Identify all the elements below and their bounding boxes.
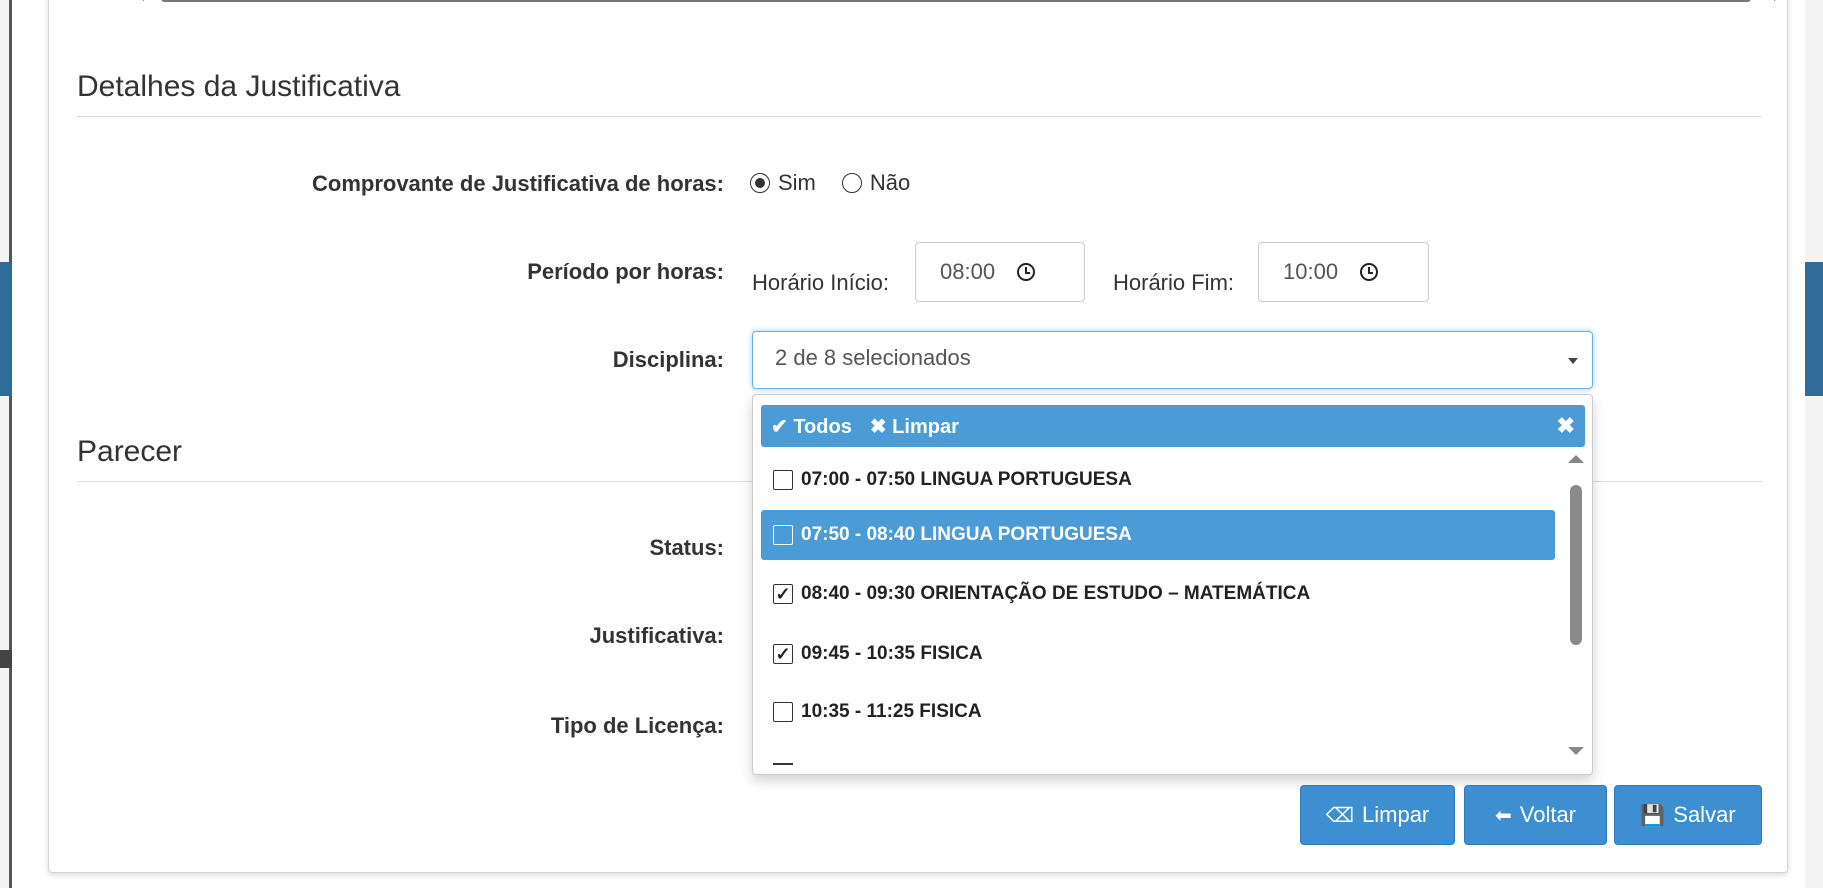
dropdown-scrollbar[interactable] xyxy=(1566,455,1584,755)
arrow-left-icon: ⬅ xyxy=(1494,804,1512,827)
voltar-button[interactable]: ⬅ Voltar xyxy=(1464,785,1607,845)
scrollbar-thumb[interactable] xyxy=(161,0,1751,2)
disciplina-dropdown: ✔ Todos ✖ Limpar ✖ 07:00 - 07:50 LINGUA … xyxy=(752,394,1593,775)
radio-nao[interactable] xyxy=(841,173,862,193)
scroll-down-icon[interactable] xyxy=(1568,747,1584,755)
limpar-button-label: Limpar xyxy=(1362,802,1430,827)
list-item[interactable]: ✓ 08:40 - 09:30 ORIENTAÇÃO DE ESTUDO – M… xyxy=(761,569,1561,619)
radio-sim-label[interactable]: Sim xyxy=(778,170,816,196)
eraser-icon: ⌫ xyxy=(1325,804,1355,827)
close-icon[interactable]: ✖ xyxy=(1557,413,1575,439)
list-item-label: 07:50 - 08:40 LINGUA PORTUGUESA xyxy=(801,524,1132,545)
select-all-label: Todos xyxy=(793,415,852,438)
check-icon: ✔ xyxy=(771,415,788,438)
checkbox[interactable] xyxy=(773,525,793,545)
checkbox-partial xyxy=(773,763,793,767)
save-icon: 💾 xyxy=(1640,804,1666,827)
horario-fim-value: 10:00 xyxy=(1283,259,1339,284)
horario-inicio-value: 08:00 xyxy=(940,259,996,284)
disciplina-multiselect[interactable]: 2 de 8 selecionados xyxy=(752,331,1593,389)
scrollbar-thumb[interactable] xyxy=(1570,485,1582,645)
clear-selection-label: Limpar xyxy=(892,415,959,438)
list-item-label: 10:35 - 11:25 FISICA xyxy=(801,701,982,722)
disciplina-selected-text: 2 de 8 selecionados xyxy=(775,345,971,370)
list-item[interactable]: 10:35 - 11:25 FISICA xyxy=(761,687,1561,737)
horizontal-scrollbar[interactable]: ◂ ▸ xyxy=(139,0,1779,11)
chevron-down-icon[interactable] xyxy=(1568,358,1578,364)
section-title-detalhes: Detalhes da Justificativa xyxy=(77,70,401,103)
periodo-label: Período por horas: xyxy=(527,259,724,284)
salvar-button[interactable]: 💾 Salvar xyxy=(1614,785,1762,845)
horario-inicio-input[interactable]: 08:00 xyxy=(915,242,1085,302)
section-divider xyxy=(77,116,1762,117)
select-all-button[interactable]: ✔ Todos xyxy=(771,414,852,439)
background-page-right xyxy=(1805,0,1823,888)
checkbox[interactable]: ✓ xyxy=(773,644,793,664)
checkbox[interactable] xyxy=(773,470,793,490)
disciplina-label: Disciplina: xyxy=(612,347,724,372)
radio-sim[interactable] xyxy=(750,173,770,193)
status-label: Status: xyxy=(649,535,724,560)
x-icon: ✖ xyxy=(869,415,887,438)
background-stripe xyxy=(0,262,12,396)
dropdown-header: ✔ Todos ✖ Limpar ✖ xyxy=(761,405,1585,447)
list-item-label: 08:40 - 09:30 ORIENTAÇÃO DE ESTUDO – MAT… xyxy=(801,583,1311,604)
voltar-button-label: Voltar xyxy=(1519,802,1577,827)
scroll-left-icon[interactable]: ◂ xyxy=(139,0,144,4)
comprovante-radio-group: Sim Não xyxy=(750,170,928,196)
list-item[interactable]: 07:50 - 08:40 LINGUA PORTUGUESA xyxy=(761,510,1555,560)
radio-nao-label[interactable]: Não xyxy=(870,170,910,196)
section-title-parecer: Parecer xyxy=(77,435,183,468)
tipo-licenca-label: Tipo de Licença: xyxy=(550,713,724,738)
scroll-right-icon[interactable]: ▸ xyxy=(1774,0,1779,4)
horario-inicio-label: Horário Início: xyxy=(752,270,889,295)
salvar-button-label: Salvar xyxy=(1673,802,1736,827)
limpar-button[interactable]: ⌫ Limpar xyxy=(1300,785,1455,845)
background-page-left xyxy=(0,0,12,888)
horario-fim-input[interactable]: 10:00 xyxy=(1258,242,1429,302)
clock-icon[interactable] xyxy=(1017,263,1036,281)
justificativa-label: Justificativa: xyxy=(589,623,725,648)
list-item[interactable]: ✓ 09:45 - 10:35 FISICA xyxy=(761,629,1561,679)
checkbox[interactable] xyxy=(773,702,793,722)
list-item[interactable]: 07:00 - 07:50 LINGUA PORTUGUESA xyxy=(761,455,1561,505)
comprovante-label: Comprovante de Justificativa de horas: xyxy=(312,171,724,196)
horario-fim-label: Horário Fim: xyxy=(1113,270,1235,295)
background-stripe xyxy=(1805,262,1823,396)
clock-icon[interactable] xyxy=(1360,263,1379,281)
list-item-label: 09:45 - 10:35 FISICA xyxy=(801,643,983,664)
scroll-up-icon[interactable] xyxy=(1568,455,1584,463)
clear-selection-button[interactable]: ✖ Limpar xyxy=(870,414,959,439)
background-stripe xyxy=(0,650,12,668)
checkbox[interactable]: ✓ xyxy=(773,584,793,604)
list-item-label: 07:00 - 07:50 LINGUA PORTUGUESA xyxy=(801,469,1132,490)
